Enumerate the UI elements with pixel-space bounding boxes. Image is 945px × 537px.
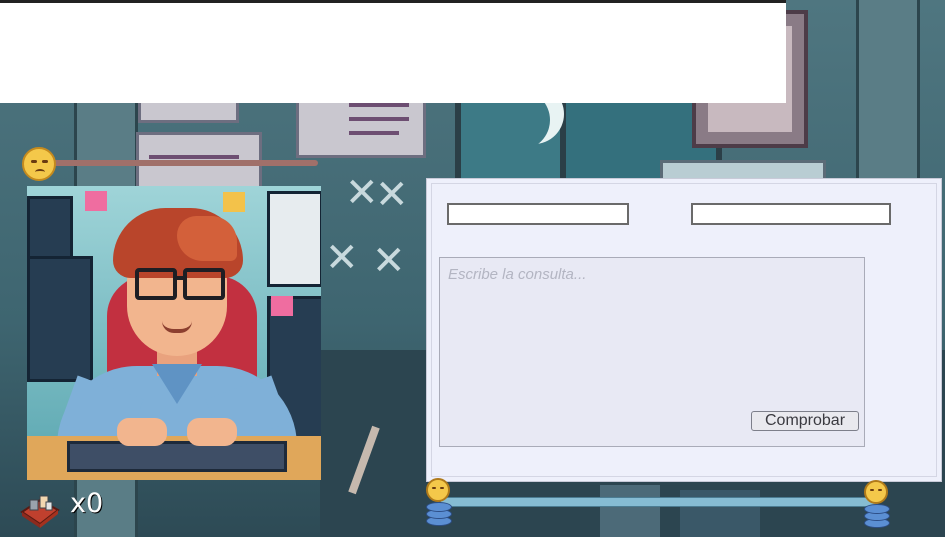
query-input[interactable] [442,260,860,406]
wall-mark-icon: ✕ [375,172,409,218]
item-counter: x0 [70,488,104,519]
wall-mark-icon: ✕ [325,235,359,281]
worried-face-icon [22,147,56,181]
query-editor: Comprobar [439,257,865,447]
dialog-banner [0,0,786,103]
query-panel: Comprobar [426,178,942,482]
column-name-field[interactable] [691,203,891,225]
progress-bar [440,497,878,507]
character-portrait [27,186,321,480]
toolbox-icon [20,495,60,528]
desk-object [600,485,660,537]
wall-mark-icon: ✕ [372,238,406,284]
coin-stack-icon [862,480,890,528]
table-name-field[interactable] [447,203,629,225]
mood-bar [40,160,318,166]
check-button[interactable]: Comprobar [751,411,859,431]
coin-stack-icon [424,478,452,526]
wall-mark-icon: ✕ [345,170,379,216]
